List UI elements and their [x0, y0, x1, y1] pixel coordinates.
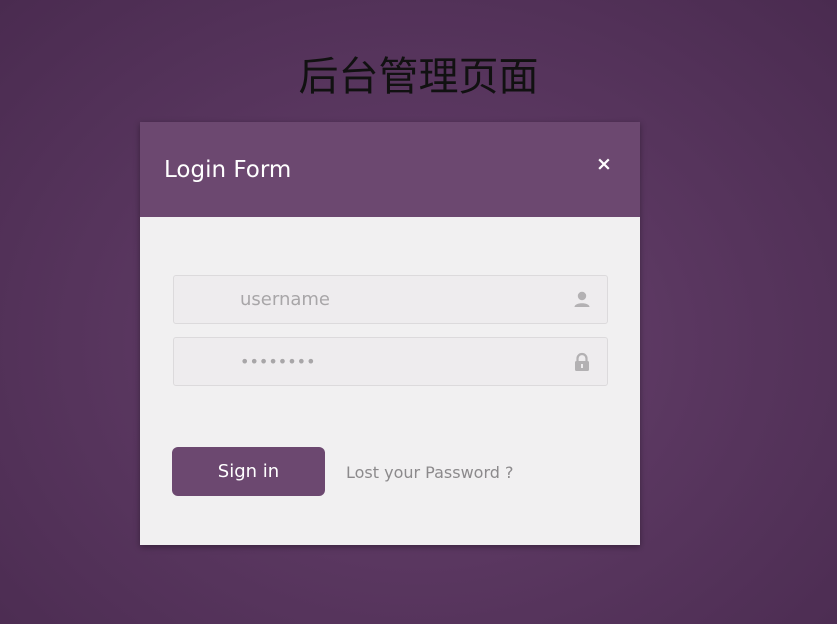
page-title: 后台管理页面	[298, 54, 539, 100]
lost-password-link[interactable]: Lost your Password ?	[346, 463, 514, 483]
modal-title: Login Form	[164, 157, 292, 183]
username-field	[173, 275, 608, 324]
username-input[interactable]	[174, 276, 607, 323]
sign-in-button[interactable]: Sign in	[172, 447, 325, 496]
password-input[interactable]	[174, 338, 607, 385]
password-field: ••••••••	[173, 337, 608, 386]
login-modal: Login Form × •••••••• Sign in Lost your …	[140, 122, 640, 545]
lock-icon	[573, 352, 591, 372]
close-button[interactable]: ×	[594, 152, 614, 176]
user-icon	[573, 290, 591, 310]
password-placeholder: ••••••••	[240, 352, 316, 371]
modal-header: Login Form ×	[140, 122, 640, 217]
